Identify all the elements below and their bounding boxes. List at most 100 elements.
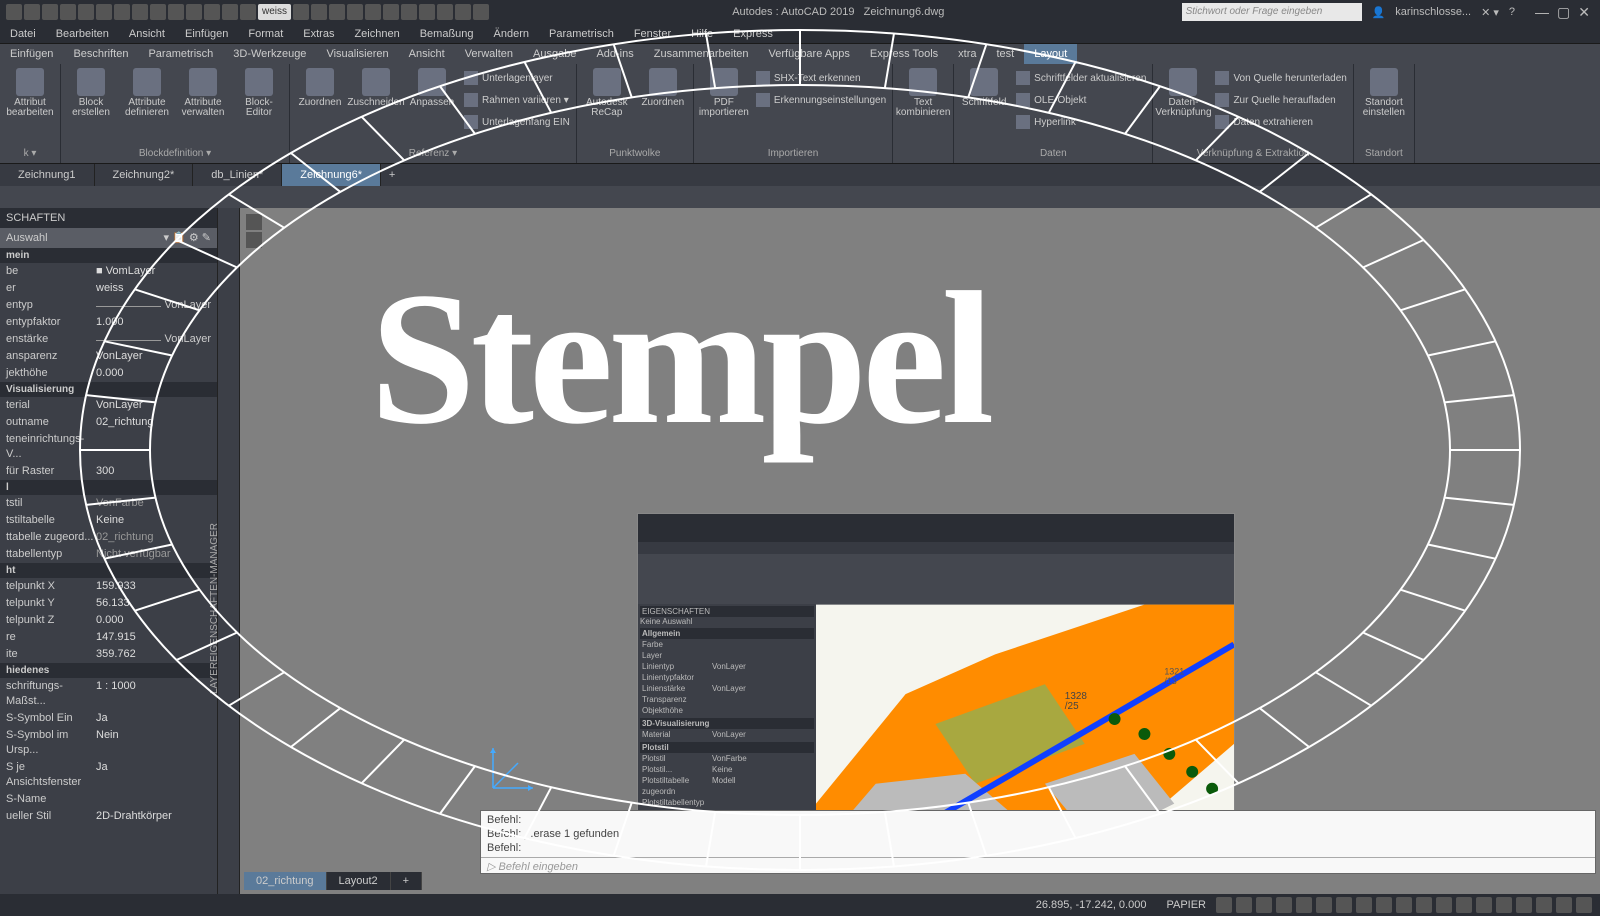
property-row[interactable]: enstärkeVonLayer xyxy=(0,331,217,348)
property-row[interactable]: telpunkt X159.933 xyxy=(0,578,217,595)
menu-item[interactable]: Ansicht xyxy=(119,24,175,43)
status-icon[interactable] xyxy=(1556,897,1572,913)
qat-icon[interactable] xyxy=(222,4,238,20)
vp-btn[interactable] xyxy=(246,232,262,248)
ribbon-button[interactable]: Schriftfeld xyxy=(960,68,1008,132)
property-row[interactable]: ite359.762 xyxy=(0,646,217,663)
property-row[interactable]: ttabellentypNicht verfügbar xyxy=(0,546,217,563)
command-window[interactable]: Befehl:Befehl: _.erase 1 gefundenBefehl:… xyxy=(480,810,1596,874)
ribbon-tab[interactable]: Ansicht xyxy=(399,44,455,64)
menu-item[interactable]: Parametrisch xyxy=(539,24,624,43)
property-row[interactable]: terialVonLayer xyxy=(0,397,217,414)
exchange-icon[interactable]: ✕ ▾ xyxy=(1481,6,1499,19)
file-tab[interactable]: db_Linien* xyxy=(193,164,282,186)
ribbon-tab[interactable]: xtra xyxy=(948,44,986,64)
ribbon-button[interactable]: Attribut bearbeiten xyxy=(6,68,54,118)
property-category[interactable]: mein xyxy=(0,248,217,263)
property-category[interactable]: l xyxy=(0,480,217,495)
qat-icon[interactable] xyxy=(114,4,130,20)
qat-icon[interactable] xyxy=(42,4,58,20)
qat-icon[interactable] xyxy=(293,4,309,20)
status-icon[interactable] xyxy=(1396,897,1412,913)
qat-icon[interactable] xyxy=(473,4,489,20)
file-tab[interactable]: Zeichnung6* xyxy=(282,164,381,186)
ribbon-tab[interactable]: Layout xyxy=(1024,44,1077,64)
layout-tabs[interactable]: 02_richtungLayout2+ xyxy=(244,872,422,890)
ribbon-button[interactable]: Zuschneiden xyxy=(352,68,400,132)
ribbon-small-button[interactable]: Unterlagenfang EIN xyxy=(464,112,570,132)
property-row[interactable]: S je AnsichtsfensterJa xyxy=(0,759,217,791)
qat-icon[interactable] xyxy=(150,4,166,20)
menu-item[interactable]: Express xyxy=(723,24,783,43)
property-row[interactable]: tstiltabelleKeine xyxy=(0,512,217,529)
palette-selection[interactable]: Auswahl▾ 📋 ⚙ ✎ xyxy=(0,228,217,248)
status-icon[interactable] xyxy=(1476,897,1492,913)
ribbon-small-button[interactable]: Rahmen variieren ▾ xyxy=(464,90,570,110)
ribbon-tab[interactable]: Ausgabe xyxy=(523,44,586,64)
property-category[interactable]: Visualisierung xyxy=(0,382,217,397)
close-button[interactable]: ✕ xyxy=(1578,4,1590,21)
ribbon-button[interactable]: Text kombinieren xyxy=(899,68,947,118)
status-icon[interactable] xyxy=(1276,897,1292,913)
palette-tools[interactable]: ▾ 📋 ⚙ ✎ xyxy=(164,228,211,248)
status-icon[interactable] xyxy=(1456,897,1472,913)
status-icon[interactable] xyxy=(1336,897,1352,913)
status-icon[interactable] xyxy=(1236,897,1252,913)
ribbon-small-button[interactable]: Von Quelle herunterladen xyxy=(1215,68,1346,88)
qat-icon[interactable] xyxy=(401,4,417,20)
property-row[interactable]: ttabelle zugeord...02_richtung xyxy=(0,529,217,546)
user-icon[interactable]: 👤 xyxy=(1372,6,1386,19)
property-row[interactable]: für Raster300 xyxy=(0,463,217,480)
status-icon[interactable] xyxy=(1436,897,1452,913)
ribbon-small-button[interactable]: OLE-Objekt xyxy=(1016,90,1146,110)
layout-tab[interactable]: 02_richtung xyxy=(244,872,327,890)
command-input[interactable]: ▷ Befehl eingeben xyxy=(481,857,1595,875)
property-row[interactable]: tstilVonFarbe xyxy=(0,495,217,512)
menu-item[interactable]: Ändern xyxy=(484,24,539,43)
status-icons[interactable] xyxy=(1216,897,1592,913)
property-row[interactable]: teneinrichtungs-V... xyxy=(0,431,217,463)
space-toggle[interactable]: PAPIER xyxy=(1166,899,1206,911)
property-row[interactable]: jekthöhe0.000 xyxy=(0,365,217,382)
qat-icon[interactable] xyxy=(419,4,435,20)
ribbon-tab[interactable]: test xyxy=(986,44,1024,64)
help-icon[interactable]: ? xyxy=(1509,6,1515,18)
ribbon-tab[interactable]: 3D-Werkzeuge xyxy=(223,44,316,64)
status-icon[interactable] xyxy=(1576,897,1592,913)
property-row[interactable]: schriftungs-Maßst...1 : 1000 xyxy=(0,678,217,710)
menu-item[interactable]: Datei xyxy=(0,24,46,43)
property-row[interactable]: S-Symbol EinJa xyxy=(0,710,217,727)
qat-icon[interactable] xyxy=(383,4,399,20)
maximize-button[interactable]: ▢ xyxy=(1557,4,1570,21)
qat-icon[interactable] xyxy=(437,4,453,20)
properties-palette[interactable]: SCHAFTEN Auswahl▾ 📋 ⚙ ✎ meinbe■ VomLayer… xyxy=(0,208,218,894)
status-icon[interactable] xyxy=(1376,897,1392,913)
qat-icon[interactable] xyxy=(78,4,94,20)
new-tab-button[interactable]: + xyxy=(381,164,403,186)
vp-btn[interactable] xyxy=(246,214,262,230)
ribbon-button[interactable]: PDF importieren xyxy=(700,68,748,118)
property-row[interactable]: entypVonLayer xyxy=(0,297,217,314)
ribbon-tab[interactable]: Verwalten xyxy=(455,44,523,64)
ribbon-tab[interactable]: Verfügbare Apps xyxy=(759,44,860,64)
property-category[interactable]: hiedenes xyxy=(0,663,217,678)
qat-icon[interactable] xyxy=(365,4,381,20)
ribbon-small-button[interactable]: Schriftfelder aktualisieren xyxy=(1016,68,1146,88)
ribbon-small-button[interactable]: Daten extrahieren xyxy=(1215,112,1346,132)
ribbon-tab[interactable]: Add-ins xyxy=(586,44,643,64)
viewport-controls[interactable] xyxy=(246,214,262,248)
property-row[interactable]: be■ VomLayer xyxy=(0,263,217,280)
property-category[interactable]: ht xyxy=(0,563,217,578)
property-row[interactable]: outname02_richtung xyxy=(0,414,217,431)
property-row[interactable]: ueller Stil2D-Drahtkörper xyxy=(0,808,217,825)
ribbon-button[interactable]: Block- Editor xyxy=(235,68,283,118)
ribbon-tab[interactable]: Zusammenarbeiten xyxy=(644,44,759,64)
ribbon-button[interactable]: Zuordnen xyxy=(296,68,344,132)
property-row[interactable]: re147.915 xyxy=(0,629,217,646)
menu-item[interactable]: Extras xyxy=(293,24,344,43)
drawing-canvas[interactable]: EIGENSCHAFTENKeine AuswahlAllgemeinFarbe… xyxy=(240,208,1600,894)
property-row[interactable]: entypfaktor1.000 xyxy=(0,314,217,331)
qat-dropdown[interactable]: weiss xyxy=(258,4,291,20)
ribbon-small-button[interactable]: SHX-Text erkennen xyxy=(756,68,886,88)
qat-icon[interactable] xyxy=(347,4,363,20)
